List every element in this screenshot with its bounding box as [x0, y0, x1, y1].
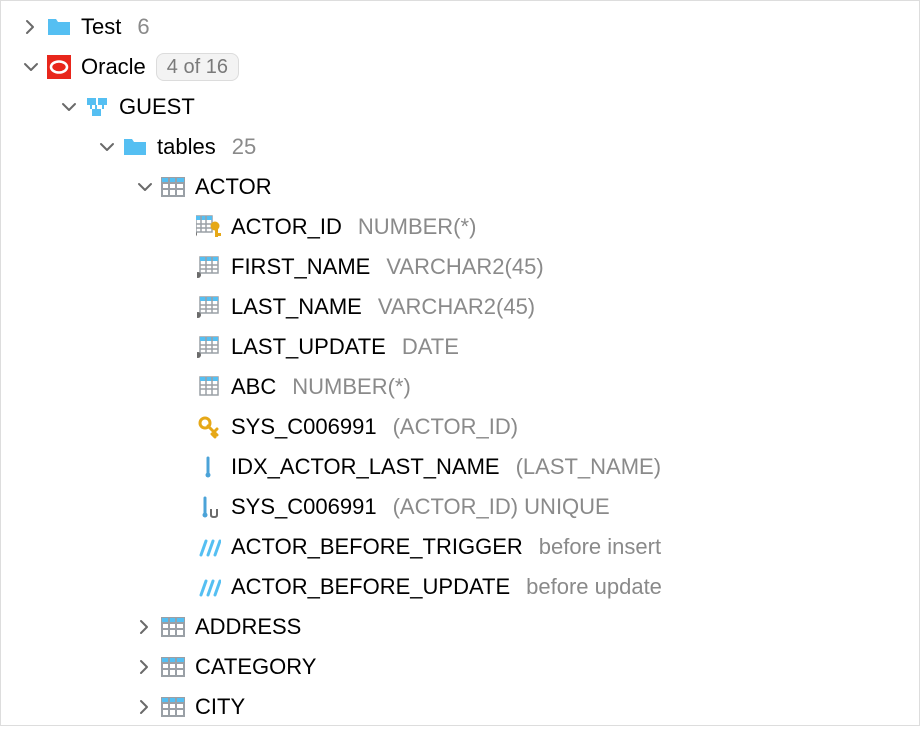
index-name: IDX_ACTOR_LAST_NAME [231, 454, 500, 480]
node-label: ACTOR [195, 174, 272, 200]
chevron-down-icon[interactable] [93, 139, 121, 155]
tree-node-actor[interactable]: ACTOR [5, 167, 915, 207]
node-badge: 4 of 16 [156, 53, 239, 81]
chevron-right-icon[interactable] [17, 19, 45, 35]
tree-node-oracle[interactable]: Oracle 4 of 16 [5, 47, 915, 87]
column-type: VARCHAR2(45) [386, 254, 543, 280]
chevron-right-icon[interactable] [131, 699, 159, 715]
chevron-right-icon[interactable] [131, 659, 159, 675]
column-name: LAST_UPDATE [231, 334, 386, 360]
folder-icon [121, 133, 149, 161]
tree-node-address[interactable]: ADDRESS [5, 607, 915, 647]
node-label: ADDRESS [195, 614, 301, 640]
index-icon [195, 453, 223, 481]
trigger-name: ACTOR_BEFORE_TRIGGER [231, 534, 523, 560]
column-type: DATE [402, 334, 459, 360]
key-icon [195, 413, 223, 441]
node-label: CITY [195, 694, 245, 720]
column-type: NUMBER(*) [358, 214, 477, 240]
table-icon [159, 173, 187, 201]
primary-key-column-icon [195, 213, 223, 241]
folder-icon [45, 13, 73, 41]
not-null-column-icon [195, 333, 223, 361]
node-count: 6 [137, 14, 149, 40]
key-detail: (ACTOR_ID) [393, 414, 519, 440]
table-icon [159, 653, 187, 681]
column-type: VARCHAR2(45) [378, 294, 535, 320]
table-icon [159, 613, 187, 641]
tree-node-column-abc[interactable]: ABC NUMBER(*) [5, 367, 915, 407]
oracle-icon [45, 53, 73, 81]
not-null-column-icon [195, 293, 223, 321]
node-label: Test [81, 14, 121, 40]
trigger-detail: before insert [539, 534, 661, 560]
tree-node-trigger-before-update[interactable]: ACTOR_BEFORE_UPDATE before update [5, 567, 915, 607]
trigger-name: ACTOR_BEFORE_UPDATE [231, 574, 510, 600]
column-name: FIRST_NAME [231, 254, 370, 280]
chevron-down-icon[interactable] [55, 99, 83, 115]
column-name: LAST_NAME [231, 294, 362, 320]
index-name: SYS_C006991 [231, 494, 377, 520]
column-name: ACTOR_ID [231, 214, 342, 240]
node-count: 25 [232, 134, 256, 160]
unique-index-icon [195, 493, 223, 521]
tree-node-city[interactable]: CITY [5, 687, 915, 727]
tree-node-column-last-update[interactable]: LAST_UPDATE DATE [5, 327, 915, 367]
tree-node-index-idx-actor-last-name[interactable]: IDX_ACTOR_LAST_NAME (LAST_NAME) [5, 447, 915, 487]
database-tree: Test 6 Oracle 4 of 16 GUEST tables 25 AC… [1, 1, 919, 733]
tree-node-column-first-name[interactable]: FIRST_NAME VARCHAR2(45) [5, 247, 915, 287]
tree-node-column-actor-id[interactable]: ACTOR_ID NUMBER(*) [5, 207, 915, 247]
schema-icon [83, 93, 111, 121]
column-icon [195, 373, 223, 401]
column-type: NUMBER(*) [292, 374, 411, 400]
tree-node-category[interactable]: CATEGORY [5, 647, 915, 687]
chevron-right-icon[interactable] [131, 619, 159, 635]
index-detail: (ACTOR_ID) UNIQUE [393, 494, 610, 520]
tree-node-trigger-before-trigger[interactable]: ACTOR_BEFORE_TRIGGER before insert [5, 527, 915, 567]
node-label: GUEST [119, 94, 195, 120]
tree-node-test[interactable]: Test 6 [5, 7, 915, 47]
node-label: tables [157, 134, 216, 160]
tree-node-key-sysc006991[interactable]: SYS_C006991 (ACTOR_ID) [5, 407, 915, 447]
chevron-down-icon[interactable] [17, 59, 45, 75]
tree-node-column-last-name[interactable]: LAST_NAME VARCHAR2(45) [5, 287, 915, 327]
tree-node-index-sysc006991-unique[interactable]: SYS_C006991 (ACTOR_ID) UNIQUE [5, 487, 915, 527]
trigger-icon [195, 573, 223, 601]
node-label: Oracle [81, 54, 146, 80]
not-null-column-icon [195, 253, 223, 281]
index-detail: (LAST_NAME) [516, 454, 661, 480]
chevron-down-icon[interactable] [131, 179, 159, 195]
tree-node-tables[interactable]: tables 25 [5, 127, 915, 167]
trigger-icon [195, 533, 223, 561]
tree-node-guest[interactable]: GUEST [5, 87, 915, 127]
column-name: ABC [231, 374, 276, 400]
key-name: SYS_C006991 [231, 414, 377, 440]
node-label: CATEGORY [195, 654, 316, 680]
trigger-detail: before update [526, 574, 662, 600]
table-icon [159, 693, 187, 721]
